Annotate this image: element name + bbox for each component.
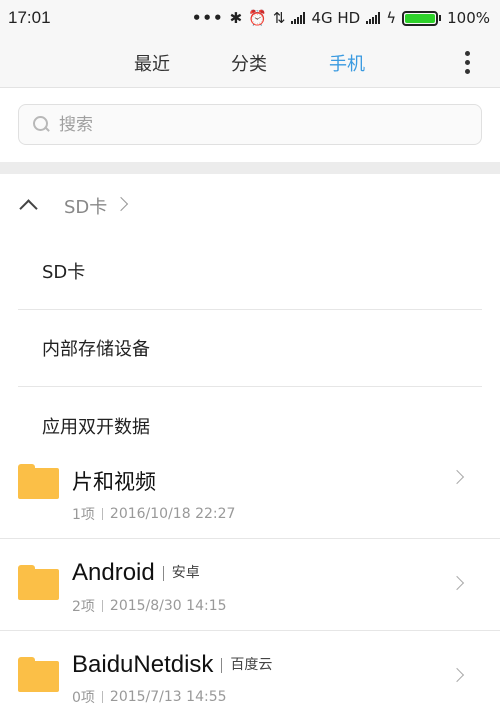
tab-category[interactable]: 分类 [231,50,267,76]
signal-icon-2 [366,12,381,24]
storage-option-internal[interactable]: 内部存储设备 [18,310,482,387]
data-transfer-icon: ⇅ [272,9,286,27]
status-bar: 17:01 ••• ✱ ⏰ ⇅ 4G HD ϟ 100% [0,0,500,36]
network-label: 4G HD [311,9,361,27]
breadcrumb-storage[interactable]: SD卡 [64,193,107,219]
file-meta: 0项 2015/7/13 14:55 [72,687,227,707]
battery-icon [402,10,442,26]
folder-icon [18,657,59,692]
more-dots-icon: ••• [191,9,224,27]
file-count: 2项 [72,599,95,615]
search-area [0,88,500,162]
chevron-right-icon [452,470,464,484]
file-row[interactable]: Android 安卓 2项 2015/8/30 14:15 [0,539,500,631]
file-date: 2015/8/30 14:15 [109,598,227,614]
file-alias: 安卓 [162,566,200,581]
file-date: 2016/10/18 22:27 [109,506,236,522]
section-divider [0,162,500,174]
file-meta: 2项 2015/8/30 14:15 [72,596,227,616]
breadcrumb: SD卡 [0,174,500,236]
search-icon [33,115,51,134]
storage-option-label: SD卡 [42,262,86,283]
charging-icon: ϟ [386,9,397,27]
storage-option-label: 内部存储设备 [42,339,150,360]
storage-option-dual-apps[interactable]: 应用双开数据 [18,387,482,464]
chevron-right-icon [452,668,464,682]
alarm-icon: ⏰ [248,9,267,27]
file-row[interactable]: BaiduNetdisk 百度云 0项 2015/7/13 14:55 [0,631,500,711]
tab-phone[interactable]: 手机 [329,50,365,76]
search-input[interactable] [59,114,439,135]
tab-bar: 最近 分类 手机 [0,36,500,88]
file-name: Android 安卓 [72,559,200,586]
tab-recent[interactable]: 最近 [134,50,170,76]
folder-icon [18,565,59,600]
chevron-up-icon[interactable] [20,198,34,212]
file-name: BaiduNetdisk 百度云 [72,651,273,678]
file-name: 片和视频 [72,470,156,494]
file-count: 0项 [72,690,95,706]
file-date: 2015/7/13 14:55 [109,689,227,705]
file-meta: 1项 2016/10/18 22:27 [72,504,235,524]
signal-icon [291,12,306,24]
bluetooth-icon: ✱ [229,9,243,27]
folder-icon [18,464,59,499]
battery-fill [405,13,436,23]
chevron-right-icon [116,198,128,210]
status-icons: ••• ✱ ⏰ ⇅ 4G HD ϟ 100% [192,9,490,27]
file-alias: 百度云 [221,658,272,673]
storage-option-label: 应用双开数据 [42,416,150,438]
status-time: 17:01 [8,8,51,27]
battery-percent: 100% [447,9,490,27]
more-options-icon[interactable] [464,51,470,74]
file-count: 1项 [72,507,95,523]
chevron-right-icon [452,576,464,590]
storage-option-sd-card[interactable]: SD卡 [18,233,482,310]
search-box[interactable] [18,104,482,145]
file-row[interactable]: 片和视频 1项 2016/10/18 22:27 [0,463,500,539]
